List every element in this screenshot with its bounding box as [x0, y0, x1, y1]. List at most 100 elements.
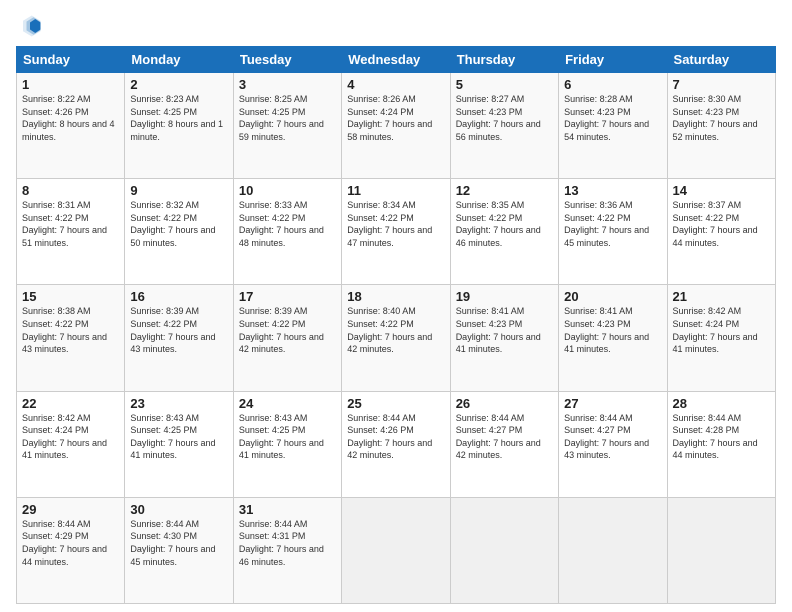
day-info: Sunrise: 8:44 AMSunset: 4:30 PMDaylight:… — [130, 518, 227, 568]
day-info: Sunrise: 8:36 AMSunset: 4:22 PMDaylight:… — [564, 199, 661, 249]
day-cell — [559, 497, 667, 603]
day-cell: 14Sunrise: 8:37 AMSunset: 4:22 PMDayligh… — [667, 179, 775, 285]
day-info: Sunrise: 8:39 AMSunset: 4:22 PMDaylight:… — [130, 305, 227, 355]
day-info: Sunrise: 8:28 AMSunset: 4:23 PMDaylight:… — [564, 93, 661, 143]
day-info: Sunrise: 8:44 AMSunset: 4:29 PMDaylight:… — [22, 518, 119, 568]
day-cell: 20Sunrise: 8:41 AMSunset: 4:23 PMDayligh… — [559, 285, 667, 391]
day-cell: 7Sunrise: 8:30 AMSunset: 4:23 PMDaylight… — [667, 73, 775, 179]
day-number: 3 — [239, 77, 336, 92]
day-cell: 5Sunrise: 8:27 AMSunset: 4:23 PMDaylight… — [450, 73, 558, 179]
week-row-5: 29Sunrise: 8:44 AMSunset: 4:29 PMDayligh… — [17, 497, 776, 603]
day-number: 29 — [22, 502, 119, 517]
day-number: 31 — [239, 502, 336, 517]
day-cell: 27Sunrise: 8:44 AMSunset: 4:27 PMDayligh… — [559, 391, 667, 497]
day-info: Sunrise: 8:41 AMSunset: 4:23 PMDaylight:… — [456, 305, 553, 355]
header-cell-tuesday: Tuesday — [233, 47, 341, 73]
day-info: Sunrise: 8:33 AMSunset: 4:22 PMDaylight:… — [239, 199, 336, 249]
day-cell: 9Sunrise: 8:32 AMSunset: 4:22 PMDaylight… — [125, 179, 233, 285]
day-number: 24 — [239, 396, 336, 411]
day-info: Sunrise: 8:26 AMSunset: 4:24 PMDaylight:… — [347, 93, 444, 143]
day-info: Sunrise: 8:38 AMSunset: 4:22 PMDaylight:… — [22, 305, 119, 355]
day-number: 11 — [347, 183, 444, 198]
header-cell-sunday: Sunday — [17, 47, 125, 73]
day-cell: 25Sunrise: 8:44 AMSunset: 4:26 PMDayligh… — [342, 391, 450, 497]
day-info: Sunrise: 8:27 AMSunset: 4:23 PMDaylight:… — [456, 93, 553, 143]
day-cell: 1Sunrise: 8:22 AMSunset: 4:26 PMDaylight… — [17, 73, 125, 179]
day-info: Sunrise: 8:44 AMSunset: 4:28 PMDaylight:… — [673, 412, 770, 462]
day-info: Sunrise: 8:44 AMSunset: 4:27 PMDaylight:… — [456, 412, 553, 462]
day-number: 21 — [673, 289, 770, 304]
day-number: 19 — [456, 289, 553, 304]
day-cell: 4Sunrise: 8:26 AMSunset: 4:24 PMDaylight… — [342, 73, 450, 179]
day-cell: 3Sunrise: 8:25 AMSunset: 4:25 PMDaylight… — [233, 73, 341, 179]
day-cell: 24Sunrise: 8:43 AMSunset: 4:25 PMDayligh… — [233, 391, 341, 497]
day-cell — [342, 497, 450, 603]
day-info: Sunrise: 8:22 AMSunset: 4:26 PMDaylight:… — [22, 93, 119, 143]
week-row-4: 22Sunrise: 8:42 AMSunset: 4:24 PMDayligh… — [17, 391, 776, 497]
header-row: SundayMondayTuesdayWednesdayThursdayFrid… — [17, 47, 776, 73]
week-row-1: 1Sunrise: 8:22 AMSunset: 4:26 PMDaylight… — [17, 73, 776, 179]
calendar-body: 1Sunrise: 8:22 AMSunset: 4:26 PMDaylight… — [17, 73, 776, 604]
day-info: Sunrise: 8:44 AMSunset: 4:31 PMDaylight:… — [239, 518, 336, 568]
day-info: Sunrise: 8:23 AMSunset: 4:25 PMDaylight:… — [130, 93, 227, 143]
day-number: 20 — [564, 289, 661, 304]
day-cell: 16Sunrise: 8:39 AMSunset: 4:22 PMDayligh… — [125, 285, 233, 391]
day-cell: 30Sunrise: 8:44 AMSunset: 4:30 PMDayligh… — [125, 497, 233, 603]
header-cell-saturday: Saturday — [667, 47, 775, 73]
day-cell: 17Sunrise: 8:39 AMSunset: 4:22 PMDayligh… — [233, 285, 341, 391]
day-number: 13 — [564, 183, 661, 198]
day-cell: 12Sunrise: 8:35 AMSunset: 4:22 PMDayligh… — [450, 179, 558, 285]
header — [16, 12, 776, 40]
day-number: 27 — [564, 396, 661, 411]
day-info: Sunrise: 8:44 AMSunset: 4:27 PMDaylight:… — [564, 412, 661, 462]
day-info: Sunrise: 8:31 AMSunset: 4:22 PMDaylight:… — [22, 199, 119, 249]
calendar-header: SundayMondayTuesdayWednesdayThursdayFrid… — [17, 47, 776, 73]
week-row-3: 15Sunrise: 8:38 AMSunset: 4:22 PMDayligh… — [17, 285, 776, 391]
day-cell: 29Sunrise: 8:44 AMSunset: 4:29 PMDayligh… — [17, 497, 125, 603]
day-cell: 19Sunrise: 8:41 AMSunset: 4:23 PMDayligh… — [450, 285, 558, 391]
day-number: 1 — [22, 77, 119, 92]
day-cell: 2Sunrise: 8:23 AMSunset: 4:25 PMDaylight… — [125, 73, 233, 179]
day-cell: 18Sunrise: 8:40 AMSunset: 4:22 PMDayligh… — [342, 285, 450, 391]
day-number: 12 — [456, 183, 553, 198]
day-info: Sunrise: 8:32 AMSunset: 4:22 PMDaylight:… — [130, 199, 227, 249]
day-number: 28 — [673, 396, 770, 411]
day-info: Sunrise: 8:30 AMSunset: 4:23 PMDaylight:… — [673, 93, 770, 143]
day-cell: 11Sunrise: 8:34 AMSunset: 4:22 PMDayligh… — [342, 179, 450, 285]
logo — [16, 12, 48, 40]
day-number: 16 — [130, 289, 227, 304]
header-cell-monday: Monday — [125, 47, 233, 73]
calendar-table: SundayMondayTuesdayWednesdayThursdayFrid… — [16, 46, 776, 604]
day-number: 7 — [673, 77, 770, 92]
day-info: Sunrise: 8:43 AMSunset: 4:25 PMDaylight:… — [130, 412, 227, 462]
day-number: 17 — [239, 289, 336, 304]
day-info: Sunrise: 8:42 AMSunset: 4:24 PMDaylight:… — [22, 412, 119, 462]
day-info: Sunrise: 8:42 AMSunset: 4:24 PMDaylight:… — [673, 305, 770, 355]
page: SundayMondayTuesdayWednesdayThursdayFrid… — [0, 0, 792, 612]
day-cell — [667, 497, 775, 603]
day-cell: 22Sunrise: 8:42 AMSunset: 4:24 PMDayligh… — [17, 391, 125, 497]
day-info: Sunrise: 8:25 AMSunset: 4:25 PMDaylight:… — [239, 93, 336, 143]
day-number: 15 — [22, 289, 119, 304]
day-number: 4 — [347, 77, 444, 92]
day-number: 26 — [456, 396, 553, 411]
day-number: 5 — [456, 77, 553, 92]
logo-icon — [16, 12, 44, 40]
day-number: 23 — [130, 396, 227, 411]
day-number: 6 — [564, 77, 661, 92]
day-cell: 28Sunrise: 8:44 AMSunset: 4:28 PMDayligh… — [667, 391, 775, 497]
day-number: 22 — [22, 396, 119, 411]
day-number: 10 — [239, 183, 336, 198]
day-cell: 13Sunrise: 8:36 AMSunset: 4:22 PMDayligh… — [559, 179, 667, 285]
day-cell: 23Sunrise: 8:43 AMSunset: 4:25 PMDayligh… — [125, 391, 233, 497]
day-info: Sunrise: 8:40 AMSunset: 4:22 PMDaylight:… — [347, 305, 444, 355]
day-cell: 26Sunrise: 8:44 AMSunset: 4:27 PMDayligh… — [450, 391, 558, 497]
day-cell: 6Sunrise: 8:28 AMSunset: 4:23 PMDaylight… — [559, 73, 667, 179]
day-info: Sunrise: 8:39 AMSunset: 4:22 PMDaylight:… — [239, 305, 336, 355]
day-cell: 8Sunrise: 8:31 AMSunset: 4:22 PMDaylight… — [17, 179, 125, 285]
day-number: 8 — [22, 183, 119, 198]
day-info: Sunrise: 8:43 AMSunset: 4:25 PMDaylight:… — [239, 412, 336, 462]
day-cell: 31Sunrise: 8:44 AMSunset: 4:31 PMDayligh… — [233, 497, 341, 603]
header-cell-wednesday: Wednesday — [342, 47, 450, 73]
day-info: Sunrise: 8:37 AMSunset: 4:22 PMDaylight:… — [673, 199, 770, 249]
